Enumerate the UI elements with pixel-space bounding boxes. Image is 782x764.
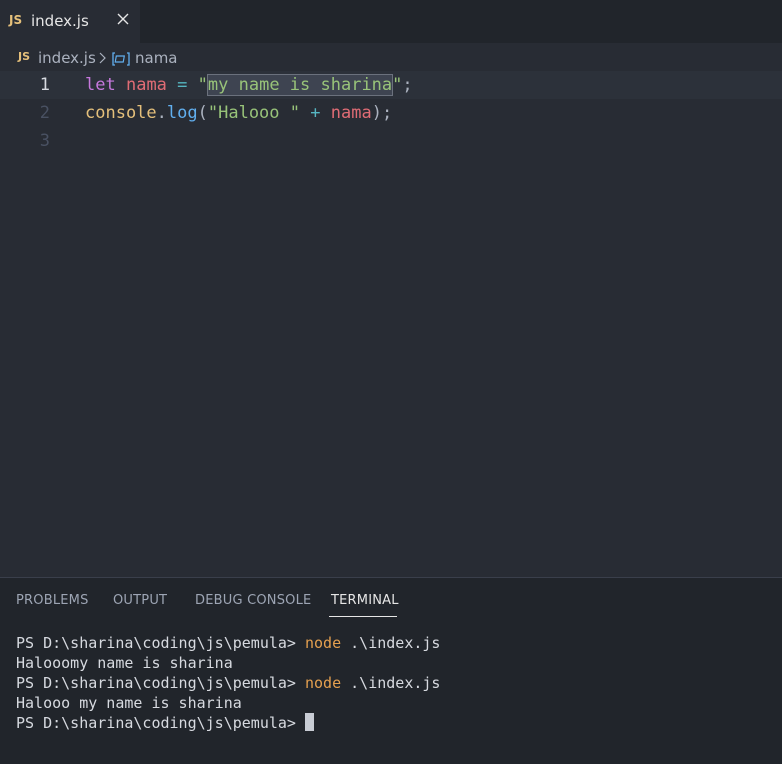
code-line[interactable]: 3 (0, 127, 782, 155)
terminal-line: Halooo my name is sharina (16, 694, 242, 712)
terminal-args: .\index.js (341, 634, 441, 652)
object-token: console (85, 103, 157, 123)
function-token: log (166, 103, 198, 123)
tab-debug-console[interactable]: DEBUG CONSOLE (195, 593, 311, 608)
terminal-command: node (304, 674, 342, 692)
terminal-line: Halooomy name is sharina (16, 654, 233, 672)
keyword-token: let (85, 75, 116, 95)
quote-token: " (197, 75, 208, 95)
variable-token: nama (330, 103, 372, 123)
paren-token: ); (371, 103, 393, 123)
terminal-prompt: PS D:\sharina\coding\js\pemula> (16, 634, 305, 652)
javascript-file-icon: JS (9, 13, 23, 27)
variable-symbol-icon (112, 52, 130, 66)
operator-token: = (177, 75, 188, 95)
breadcrumb-file[interactable]: index.js (38, 49, 96, 67)
code-content: console.log("Halooo " + nama); (85, 99, 392, 127)
terminal-prompt: PS D:\sharina\coding\js\pemula> (16, 714, 305, 732)
tab-bar: JS index.js (0, 0, 782, 43)
terminal-line: PS D:\sharina\coding\js\pemula> node .\i… (16, 673, 440, 693)
tab-output[interactable]: OUTPUT (113, 593, 167, 608)
selected-string-token: my name is sharina (206, 74, 394, 96)
paren-token: ( (197, 103, 208, 123)
terminal-args: .\index.js (341, 674, 441, 692)
code-editor[interactable]: 1 let nama = "my name is sharina"; 2 con… (0, 71, 782, 576)
tab-terminal[interactable]: TERMINAL (331, 593, 399, 608)
bottom-panel: PROBLEMS OUTPUT DEBUG CONSOLE TERMINAL P… (0, 577, 782, 764)
close-icon[interactable] (115, 11, 131, 27)
code-line[interactable]: 2 console.log("Halooo " + nama); (0, 99, 782, 127)
breadcrumb-symbol[interactable]: nama (135, 49, 178, 67)
line-number: 2 (39, 103, 50, 123)
line-number: 3 (39, 131, 50, 151)
quote-token: " (392, 75, 403, 95)
tab-label: index.js (31, 12, 89, 30)
string-token: "Halooo " (207, 103, 300, 123)
terminal-line: PS D:\sharina\coding\js\pemula> node .\i… (16, 633, 440, 653)
operator-token: + (310, 103, 321, 123)
terminal-line: PS D:\sharina\coding\js\pemula> (16, 713, 440, 733)
tab-problems[interactable]: PROBLEMS (16, 593, 89, 608)
chevron-right-icon (99, 52, 106, 64)
code-content: let nama = "my name is sharina"; (85, 71, 413, 99)
line-number: 1 (39, 75, 50, 95)
terminal-command: node (304, 634, 342, 652)
variable-token: nama (125, 75, 167, 95)
terminal-prompt: PS D:\sharina\coding\js\pemula> (16, 674, 305, 692)
terminal-cursor (304, 713, 314, 731)
breadcrumb: JS index.js nama (0, 45, 782, 69)
javascript-file-icon: JS (18, 50, 31, 63)
dot-token: . (156, 103, 167, 123)
terminal-output[interactable]: PS D:\sharina\coding\js\pemula> node .\i… (16, 633, 440, 733)
active-tab-indicator (329, 616, 397, 617)
semicolon-token: ; (402, 75, 413, 95)
code-line[interactable]: 1 let nama = "my name is sharina"; (0, 71, 782, 99)
tab-index-js[interactable]: JS index.js (0, 0, 140, 43)
